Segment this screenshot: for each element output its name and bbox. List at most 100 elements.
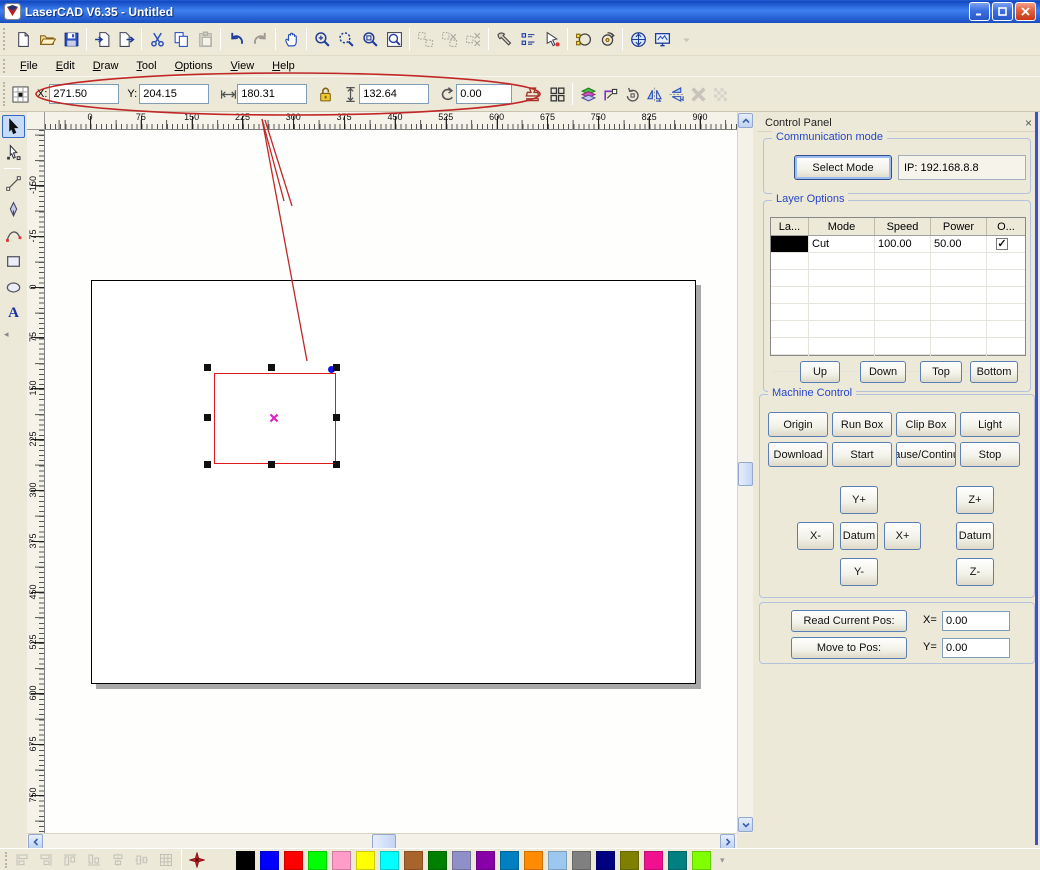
palette-color-000080[interactable] (596, 851, 615, 870)
col-power[interactable]: Power (931, 218, 987, 235)
palette-color-00ffff[interactable] (380, 851, 399, 870)
palette-color-000000[interactable] (236, 851, 255, 870)
scroll-down-button[interactable] (738, 817, 753, 832)
maximize-button[interactable] (992, 2, 1013, 21)
rotate-tool-icon[interactable] (595, 27, 619, 51)
corner-icon[interactable] (601, 85, 619, 103)
selection-handle[interactable] (204, 414, 211, 421)
control-panel-close-icon[interactable]: × (1021, 115, 1036, 130)
palette-color-808000[interactable] (620, 851, 639, 870)
datum-xy-button[interactable]: Datum (840, 522, 878, 550)
new-icon[interactable] (11, 27, 35, 51)
scroll-left-button[interactable] (28, 834, 43, 849)
tools-overflow-icon[interactable]: ◂ (4, 329, 27, 340)
import-icon[interactable] (90, 27, 114, 51)
palette-color-ffff00[interactable] (356, 851, 375, 870)
rectangle-tool[interactable] (2, 250, 25, 273)
zoom-page-icon[interactable] (382, 27, 406, 51)
palette-color-8800a8[interactable] (476, 851, 495, 870)
export-icon[interactable] (114, 27, 138, 51)
layer-up-button[interactable]: Up (800, 361, 840, 383)
text-tool[interactable]: A (2, 302, 25, 325)
selection-handle[interactable] (268, 461, 275, 468)
jog-y-plus-button[interactable]: Y+ (840, 486, 878, 514)
selection-handle[interactable] (333, 461, 340, 468)
pan-icon[interactable] (279, 27, 303, 51)
layer-power[interactable]: 50.00 (931, 236, 987, 252)
mirror-v-icon[interactable] (667, 85, 685, 103)
layer-mode[interactable]: Cut (809, 236, 875, 252)
horizontal-scroll-thumb[interactable] (372, 834, 396, 849)
palette-color-0080c0[interactable] (500, 851, 519, 870)
palette-color-ff8c00[interactable] (524, 851, 543, 870)
palette-color-a8642c[interactable] (404, 851, 423, 870)
start-button[interactable]: Start (832, 442, 892, 467)
pen-tool[interactable] (2, 198, 25, 221)
layer-output-checkbox[interactable]: ✓ (996, 238, 1008, 250)
node-edit-tool-tool[interactable] (2, 141, 25, 164)
aspect-lock-icon[interactable] (316, 85, 334, 103)
layer-table[interactable]: La... Mode Speed Power O... Cut 100.00 5… (770, 217, 1026, 356)
layer-top-button[interactable]: Top (920, 361, 962, 383)
cut-icon[interactable] (145, 27, 169, 51)
jog-z-plus-button[interactable]: Z+ (956, 486, 994, 514)
vertical-scroll-thumb[interactable] (738, 462, 753, 486)
anchor-point-icon[interactable] (11, 85, 29, 103)
selection-handle[interactable] (204, 461, 211, 468)
zoom-select-icon[interactable] (334, 27, 358, 51)
col-output[interactable]: O... (987, 218, 1025, 235)
preview-icon[interactable] (650, 27, 674, 51)
menu-view[interactable]: View (222, 57, 264, 75)
selection-handle[interactable] (204, 364, 211, 371)
jog-x-minus-button[interactable]: X- (797, 522, 834, 550)
menu-file[interactable]: File (11, 57, 47, 75)
layers-icon[interactable] (579, 85, 597, 103)
palette-color-f01090[interactable] (644, 851, 663, 870)
array-copy-icon[interactable] (548, 85, 566, 103)
run-box-button[interactable]: Run Box (832, 412, 892, 437)
light-button[interactable]: Light (960, 412, 1020, 437)
menu-options[interactable]: Options (166, 57, 222, 75)
layer-speed[interactable]: 100.00 (875, 236, 931, 252)
clip-box-button[interactable]: Clip Box (896, 412, 956, 437)
palette-color-9090c8[interactable] (452, 851, 471, 870)
read-current-pos-button[interactable]: Read Current Pos: (791, 610, 907, 632)
selection-handle[interactable] (333, 364, 340, 371)
menu-draw[interactable]: Draw (84, 57, 128, 75)
menu-help[interactable]: Help (263, 57, 304, 75)
menu-edit[interactable]: Edit (47, 57, 84, 75)
download-button[interactable]: Download (768, 442, 828, 467)
line-tool[interactable] (2, 172, 25, 195)
jog-z-minus-button[interactable]: Z- (956, 558, 994, 586)
col-speed[interactable]: Speed (875, 218, 931, 235)
rotate-object-icon[interactable] (623, 85, 641, 103)
palette-color-00ff00[interactable] (308, 851, 327, 870)
bezier-tool[interactable] (2, 224, 25, 247)
vertical-scrollbar[interactable] (737, 112, 753, 833)
palette-color-808080[interactable] (572, 851, 591, 870)
jog-y-minus-button[interactable]: Y- (840, 558, 878, 586)
zoom-objects-icon[interactable] (358, 27, 382, 51)
menu-tool[interactable]: Tool (127, 57, 165, 75)
selection-handle[interactable] (333, 414, 340, 421)
copy-icon[interactable] (169, 27, 193, 51)
palette-overflow-icon[interactable]: ▾ (720, 855, 725, 866)
stop-button[interactable]: Stop (960, 442, 1020, 467)
palette-color-9cc8f0[interactable] (548, 851, 567, 870)
layer-row[interactable]: Cut 100.00 50.00 ✓ (771, 236, 1025, 253)
height-input[interactable] (359, 84, 429, 104)
select-mode-button[interactable]: Select Mode (794, 155, 892, 180)
stamp-icon[interactable] (523, 85, 541, 103)
node-edit-icon[interactable] (540, 27, 564, 51)
move-to-pos-button[interactable]: Move to Pos: (791, 637, 907, 659)
origin-button[interactable]: Origin (768, 412, 828, 437)
x-position-input[interactable] (49, 84, 119, 104)
horizontal-scrollbar[interactable] (27, 833, 737, 849)
palette-color-008000[interactable] (428, 851, 447, 870)
palette-color-ff0000[interactable] (284, 851, 303, 870)
scroll-up-button[interactable] (738, 113, 753, 128)
ellipse-tool[interactable] (2, 276, 25, 299)
minimize-button[interactable] (969, 2, 990, 21)
datum-z-button[interactable]: Datum (956, 522, 994, 550)
zoom-in-icon[interactable] (310, 27, 334, 51)
